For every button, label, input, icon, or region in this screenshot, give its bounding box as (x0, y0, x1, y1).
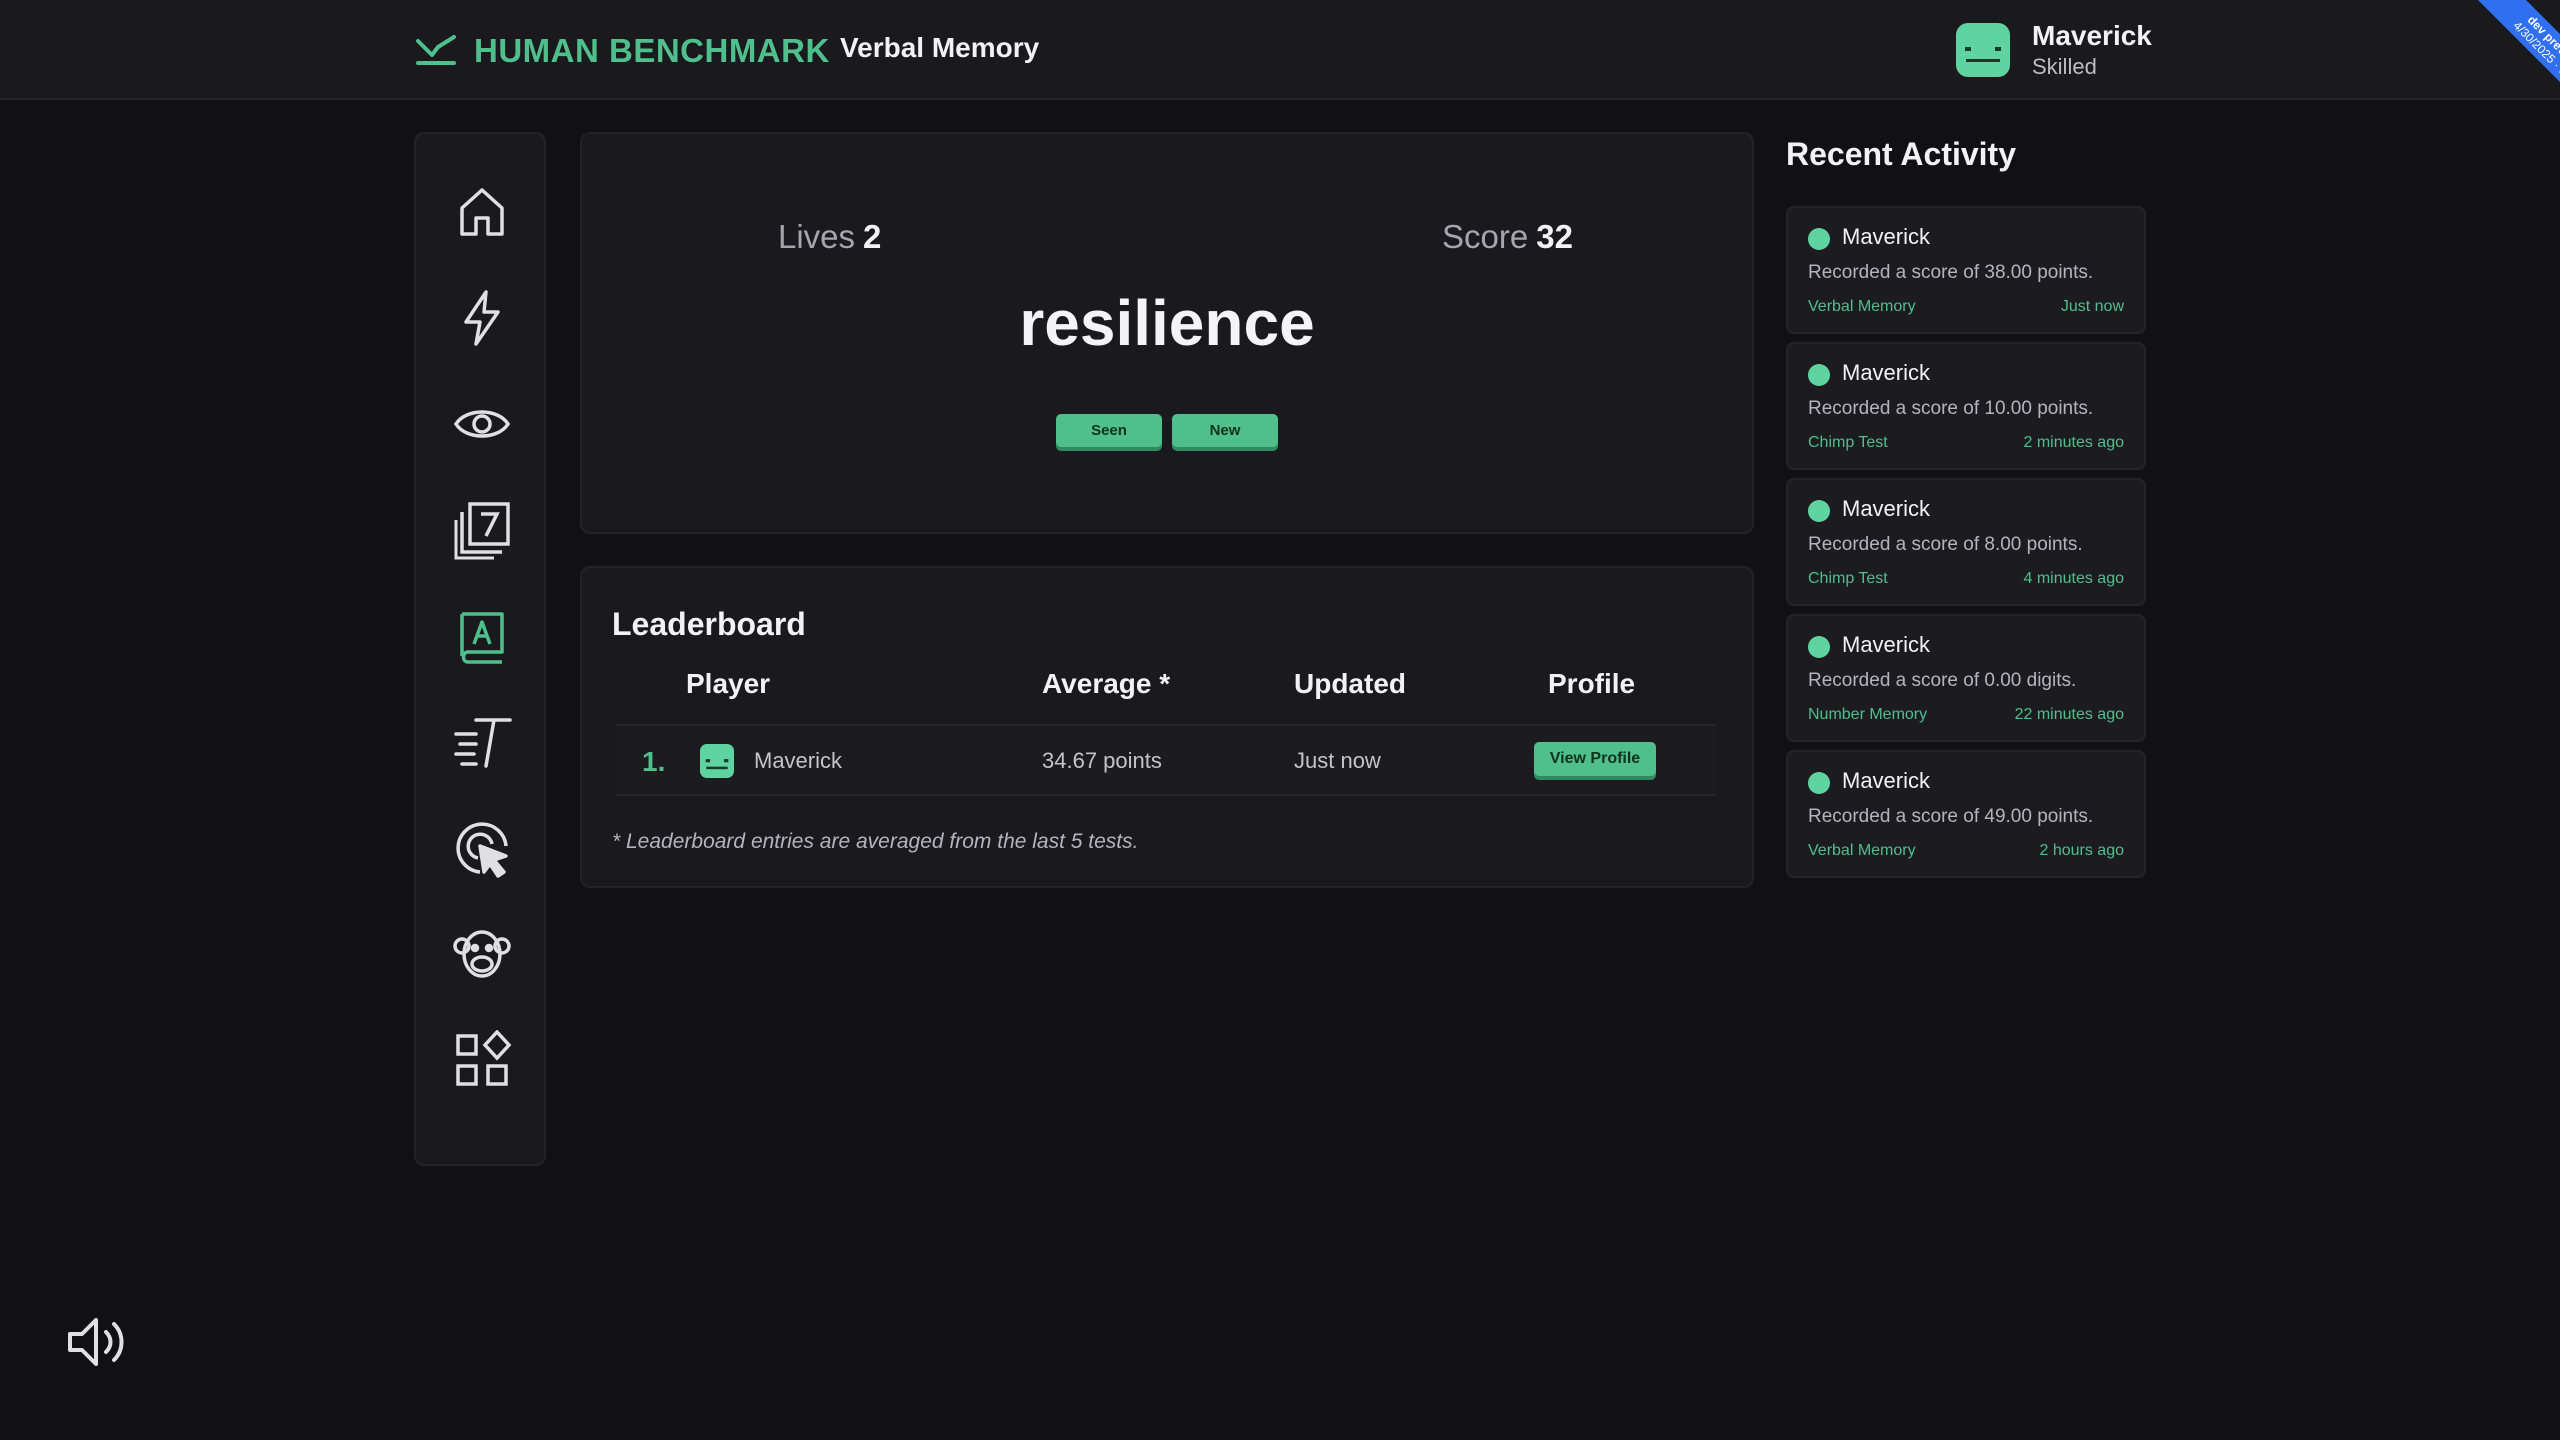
activity-text: Recorded a score of 8.00 points. (1808, 534, 2083, 555)
monkey-icon (453, 930, 511, 978)
activity-text: Recorded a score of 10.00 points. (1808, 398, 2094, 419)
column-header-average: Average * (1042, 668, 1171, 699)
brand-chart-icon (416, 35, 456, 65)
activity-game: Number Memory (1808, 706, 1928, 723)
score-value: 32 (1536, 218, 1573, 255)
avatar (1808, 228, 1830, 250)
activity-time: Just now (2060, 298, 2124, 315)
avatar (1956, 23, 2010, 77)
user-name: Maverick (2032, 20, 2152, 51)
activity-text: Recorded a score of 38.00 points. (1808, 262, 2094, 283)
dev-preview-ribbon: dev preview 4/30/2025 · 0.1 (2450, 0, 2560, 110)
lives-label: Lives (778, 218, 856, 255)
game-panel: Lives 2 Score 32 resilience Seen New (580, 132, 1754, 534)
avatar (1808, 772, 1830, 794)
ribbon-version: 4/30/2025 · 0.1 (2510, 18, 2560, 86)
lightning-icon (464, 290, 500, 346)
activity-item[interactable]: Maverick Recorded a score of 38.00 point… (1786, 206, 2146, 334)
view-profile-button[interactable]: View Profile (1534, 742, 1656, 776)
home-icon (460, 188, 504, 236)
top-bar: HUMAN BENCHMARK Verbal Memory Maverick S… (0, 0, 2560, 110)
answer-buttons: Seen New (582, 414, 1752, 447)
verbal-memory-book-icon (460, 612, 504, 664)
new-button[interactable]: New (1172, 414, 1278, 447)
rank: 1. (642, 746, 666, 777)
user-rank: Skilled (2032, 54, 2097, 79)
activity-user: Maverick (1842, 360, 1931, 385)
activity-game: Chimp Test (1808, 570, 1888, 587)
updated-time: Just now (1294, 748, 1381, 773)
column-header-player: Player (686, 668, 771, 699)
eye-icon (453, 410, 511, 438)
leaderboard-title: Leaderboard (612, 606, 806, 642)
recent-activity-title: Recent Activity (1786, 136, 2016, 172)
activity-item[interactable]: Maverick Recorded a score of 10.00 point… (1786, 342, 2146, 470)
lives-counter: Lives 2 (778, 218, 881, 256)
activity-time: 22 minutes ago (2014, 706, 2124, 723)
score-counter: Score 32 (1442, 218, 1573, 256)
sidebar-item-all-tests[interactable] (442, 1020, 522, 1100)
activity-item[interactable]: Maverick Recorded a score of 8.00 points… (1786, 478, 2146, 606)
leaderboard-panel: Leaderboard Player Average * Updated Pro… (580, 566, 1754, 888)
avatar (1808, 364, 1830, 386)
typing-icon (454, 718, 512, 768)
brand-name: HUMAN BENCHMARK (474, 32, 830, 69)
activity-item[interactable]: Maverick Recorded a score of 49.00 point… (1786, 750, 2146, 878)
current-word: resilience (1019, 287, 1315, 359)
sidebar-item-typing[interactable] (442, 702, 522, 782)
sidebar-item-number-memory[interactable] (442, 490, 522, 570)
sidebar-item-chimp-test[interactable] (442, 914, 522, 994)
aim-cursor-icon (456, 822, 508, 878)
avatar (700, 744, 734, 778)
average-score: 34.67 points (1042, 748, 1162, 773)
activity-user: Maverick (1842, 632, 1931, 657)
activity-game: Verbal Memory (1808, 298, 1916, 315)
leaderboard-note: * Leaderboard entries are averaged from … (612, 830, 1139, 853)
sidebar-item-home[interactable] (442, 172, 522, 252)
player-name: Maverick (754, 748, 843, 773)
activity-item[interactable]: Maverick Recorded a score of 0.00 digits… (1786, 614, 2146, 742)
sound-toggle-icon[interactable] (64, 1310, 128, 1374)
activity-text: Recorded a score of 49.00 points. (1808, 806, 2094, 827)
sidebar-item-visual-memory[interactable] (442, 384, 522, 464)
avatar (1808, 636, 1830, 658)
activity-user: Maverick (1842, 224, 1931, 249)
apps-grid-icon (456, 1030, 512, 1086)
sidebar-item-aim-trainer[interactable] (442, 808, 522, 888)
activity-time: 2 hours ago (2039, 842, 2124, 859)
seen-button[interactable]: Seen (1056, 414, 1162, 447)
activity-time: 2 minutes ago (2023, 434, 2124, 451)
brand-logo[interactable]: HUMAN BENCHMARK (414, 28, 830, 74)
activity-text: Recorded a score of 0.00 digits. (1808, 670, 2077, 691)
avatar (1808, 500, 1830, 522)
sidebar-item-verbal-memory[interactable] (442, 596, 522, 676)
score-label: Score (1442, 218, 1529, 255)
column-header-updated: Updated (1294, 668, 1406, 699)
user-profile[interactable]: Maverick Skilled (1956, 20, 2152, 80)
avatar-face-icon (705, 759, 729, 770)
lives-value: 2 (863, 218, 882, 255)
sidebar (414, 132, 546, 1166)
column-header-profile: Profile (1548, 668, 1636, 699)
activity-user: Maverick (1842, 496, 1931, 521)
table-row: 1. Maverick 34.67 points Just now View P… (616, 724, 1716, 796)
activity-time: 4 minutes ago (2023, 570, 2124, 587)
activity-user: Maverick (1842, 768, 1931, 793)
avatar-face-icon (1965, 47, 2001, 62)
activity-game: Chimp Test (1808, 434, 1888, 451)
sidebar-item-reaction-time[interactable] (442, 278, 522, 358)
number-memory-icon (454, 502, 510, 560)
activity-game: Verbal Memory (1808, 842, 1916, 859)
page-title: Verbal Memory (840, 32, 1040, 63)
